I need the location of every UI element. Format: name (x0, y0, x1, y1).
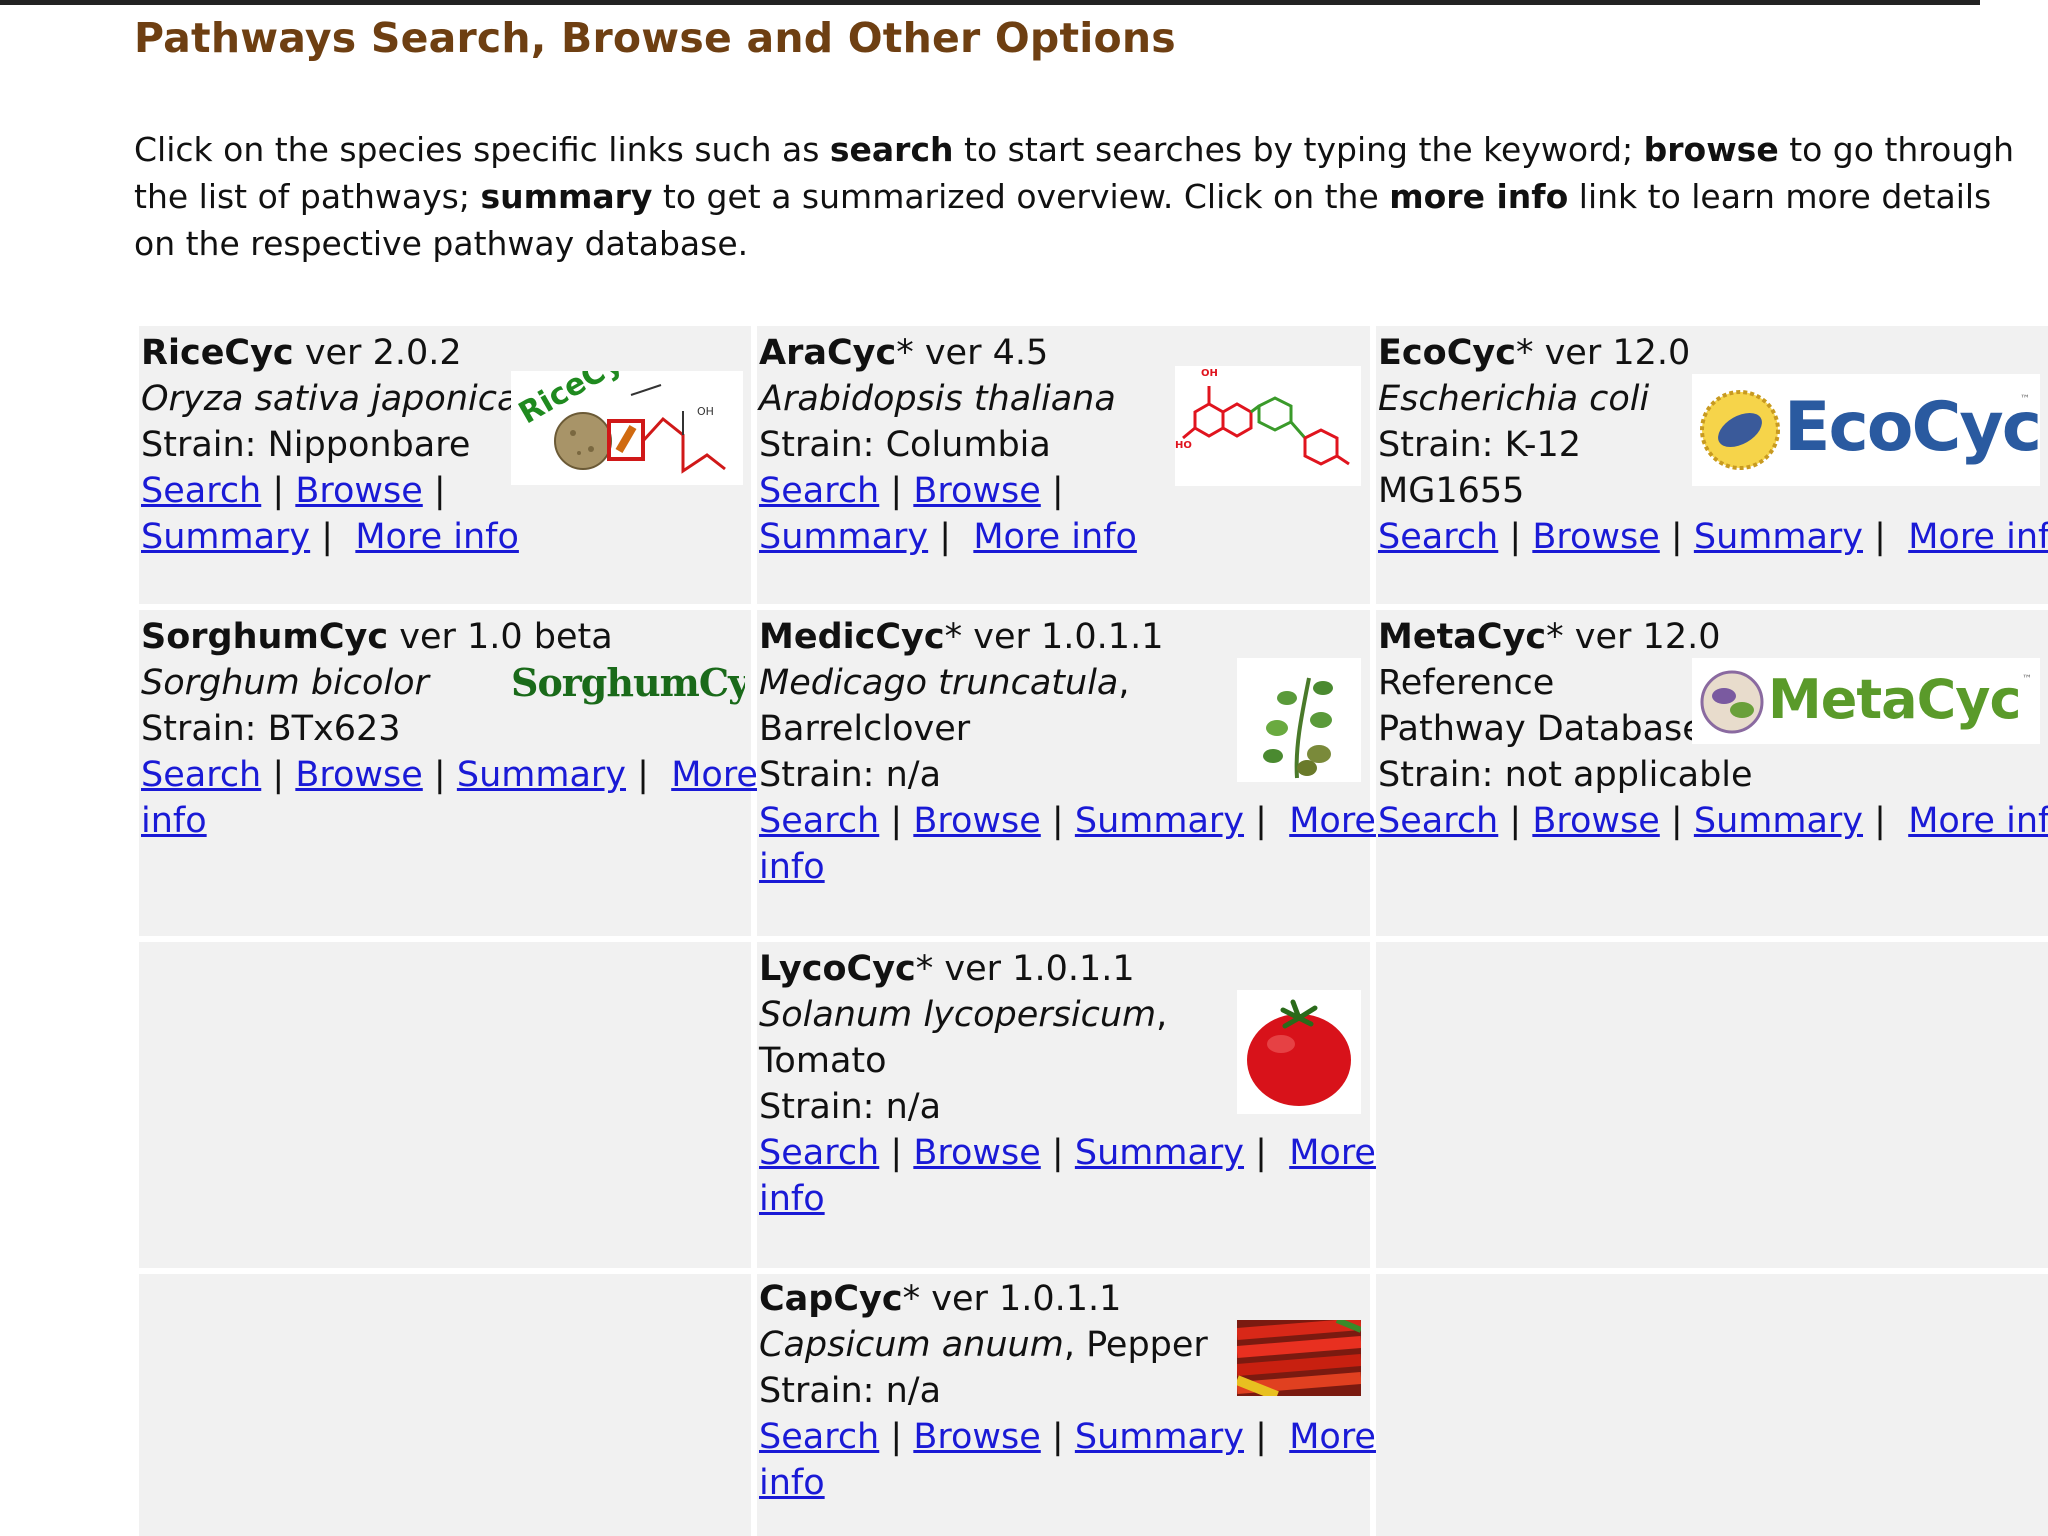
more-info-link-cont[interactable]: info (759, 1463, 825, 1503)
page-title: Pathways Search, Browse and Other Option… (134, 14, 1176, 62)
common-name: Tomato (759, 1041, 887, 1081)
strain-text: Strain: n/a (759, 755, 942, 795)
more-info-link[interactable]: More (1289, 1417, 1376, 1457)
more-info-link[interactable]: More info (1908, 801, 2048, 841)
strain-text-2: MG1655 (1378, 471, 1525, 511)
cell-lycocyc: LycoCyc* ver 1.0.1.1 Solanum lycopersicu… (757, 942, 1376, 1268)
cell-mediccyc: MedicCyc* ver 1.0.1.1 Medicago truncatul… (757, 610, 1376, 936)
more-info-link[interactable]: More info (1908, 517, 2048, 557)
summary-link[interactable]: Summary (141, 517, 310, 557)
search-link[interactable]: Search (759, 801, 879, 841)
summary-link[interactable]: Summary (1075, 1133, 1244, 1173)
metacyc-logo: MetaCyc ™ (1692, 658, 2040, 744)
db-name: CapCyc (759, 1279, 903, 1319)
more-info-link[interactable]: More (1289, 801, 1376, 841)
search-link[interactable]: Search (141, 755, 261, 795)
sorghumcyc-logo: SorghumCyc (511, 660, 745, 708)
flavonoid-molecule-logo: OH HO (1175, 366, 1361, 486)
ecocyc-logo: EcoCyc ™ (1692, 374, 2040, 486)
species-name: Escherichia coli (1378, 379, 1650, 419)
tomato-image (1237, 990, 1361, 1114)
search-link[interactable]: Search (759, 1133, 879, 1173)
search-link[interactable]: Search (1378, 517, 1498, 557)
summary-link[interactable]: Summary (1694, 517, 1863, 557)
more-info-link-cont[interactable]: info (759, 1179, 825, 1219)
browse-link[interactable]: Browse (913, 1133, 1040, 1173)
summary-link[interactable]: Summary (759, 517, 928, 557)
db-name: SorghumCyc (141, 617, 389, 657)
db-name: MetaCyc (1378, 617, 1547, 657)
strain-text: Strain: Nipponbare (141, 425, 471, 465)
peppers-image (1237, 1320, 1361, 1396)
db-name: MedicCyc (759, 617, 945, 657)
summary-link[interactable]: Summary (1075, 1417, 1244, 1457)
browse-link[interactable]: Browse (1532, 801, 1659, 841)
browse-link[interactable]: Browse (295, 471, 422, 511)
db-name: LycoCyc (759, 949, 916, 989)
browse-link[interactable]: Browse (913, 1417, 1040, 1457)
strain-text: Strain: not applicable (1378, 755, 1753, 795)
search-link[interactable]: Search (1378, 801, 1498, 841)
db-name: EcoCyc (1378, 333, 1516, 373)
cell-ecocyc: EcoCyc* ver 12.0 Escherichia coli Strain… (1376, 326, 2048, 604)
empty-cell (139, 942, 751, 1268)
more-info-link[interactable]: More info (355, 517, 519, 557)
strain-text: Strain: n/a (759, 1371, 942, 1411)
more-info-link-cont[interactable]: info (141, 801, 207, 841)
more-info-link[interactable]: More (671, 755, 758, 795)
more-info-link[interactable]: More info (973, 517, 1137, 557)
species-name: Sorghum bicolor (141, 663, 429, 703)
strain-text: Strain: BTx623 (141, 709, 401, 749)
browse-link[interactable]: Browse (913, 471, 1040, 511)
summary-link[interactable]: Summary (457, 755, 626, 795)
empty-cell (1376, 1274, 2048, 1536)
cell-sorghumcyc: SorghumCyc ver 1.0 beta Sorghum bicolor … (139, 610, 758, 936)
species-name: Solanum lycopersicum (759, 995, 1157, 1035)
cell-metacyc: MetaCyc* ver 12.0 Reference Pathway Data… (1376, 610, 2048, 936)
summary-link[interactable]: Summary (1075, 801, 1244, 841)
summary-link[interactable]: Summary (1694, 801, 1863, 841)
search-link[interactable]: Search (141, 471, 261, 511)
top-rule (0, 0, 1980, 5)
cell-capcyc: CapCyc* ver 1.0.1.1 Capsicum anuum, Pepp… (757, 1274, 1376, 1536)
species-name: Arabidopsis thaliana (759, 379, 1116, 419)
cell-ricecyc: RiceCyc ver 2.0.2 Oryza sativa japonica … (139, 326, 751, 604)
species-name: Medicago truncatula (759, 663, 1119, 703)
strain-text: Strain: K-12 (1378, 425, 1582, 465)
db-name: RiceCyc (141, 333, 294, 373)
cell-aracyc: AraCyc* ver 4.5 Arabidopsis thaliana Str… (757, 326, 1370, 604)
browse-link[interactable]: Browse (913, 801, 1040, 841)
description-text-2: Pathway Database (1378, 709, 1704, 749)
intro-paragraph: Click on the species specific links such… (134, 130, 2015, 263)
empty-cell (139, 1274, 751, 1536)
medicago-plant-image (1237, 658, 1361, 782)
db-name: AraCyc (759, 333, 897, 373)
common-name: Barrelclover (759, 709, 971, 749)
strain-text: Strain: n/a (759, 1087, 942, 1127)
empty-cell (1376, 942, 2048, 1268)
species-name: Oryza sativa japonica (141, 379, 519, 419)
search-link[interactable]: Search (759, 471, 879, 511)
more-info-link[interactable]: More (1289, 1133, 1376, 1173)
more-info-link-cont[interactable]: info (759, 847, 825, 887)
browse-link[interactable]: Browse (295, 755, 422, 795)
species-name: Capsicum anuum (759, 1325, 1064, 1365)
browse-link[interactable]: Browse (1532, 517, 1659, 557)
strain-text: Strain: Columbia (759, 425, 1051, 465)
search-link[interactable]: Search (759, 1417, 879, 1457)
description-text: Reference (1378, 663, 1555, 703)
ricecyc-logo: RiceCyc OH (511, 371, 743, 485)
